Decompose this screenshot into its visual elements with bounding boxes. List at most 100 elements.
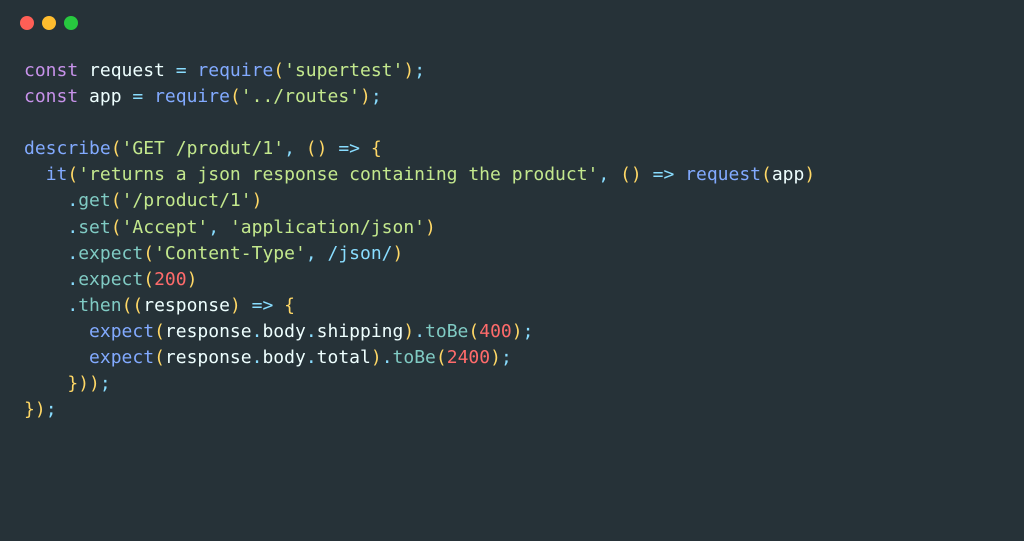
- dot: .: [67, 295, 78, 316]
- dot: .: [67, 269, 78, 290]
- semi: ;: [371, 86, 382, 107]
- zoom-icon[interactable]: [64, 16, 78, 30]
- paren: (: [761, 164, 772, 185]
- dot: .: [67, 190, 78, 211]
- paren: (: [273, 60, 284, 81]
- semi: ;: [100, 373, 111, 394]
- string: '../routes': [241, 86, 360, 107]
- identifier: app: [772, 164, 805, 185]
- semi: ;: [414, 60, 425, 81]
- brace: })): [67, 373, 100, 394]
- paren: ): [230, 295, 241, 316]
- comma: ,: [208, 217, 219, 238]
- paren: ): [393, 243, 404, 264]
- regex: /json/: [327, 243, 392, 264]
- fn-require: require: [197, 60, 273, 81]
- method-tobe: toBe: [393, 347, 436, 368]
- paren: (: [111, 190, 122, 211]
- paren: (: [154, 321, 165, 342]
- paren: ): [187, 269, 198, 290]
- dot: .: [252, 321, 263, 342]
- keyword-const: const: [24, 86, 78, 107]
- paren: ): [360, 86, 371, 107]
- dot: .: [414, 321, 425, 342]
- paren: ): [371, 347, 382, 368]
- method-tobe: toBe: [425, 321, 468, 342]
- number: 200: [154, 269, 187, 290]
- arrow: =>: [252, 295, 274, 316]
- method-set: set: [78, 217, 111, 238]
- paren: (: [468, 321, 479, 342]
- arrow: =>: [338, 138, 360, 159]
- paren: (): [306, 138, 328, 159]
- operator-eq: =: [176, 60, 187, 81]
- comma: ,: [306, 243, 317, 264]
- paren: ): [403, 321, 414, 342]
- identifier: app: [89, 86, 122, 107]
- arrow: =>: [653, 164, 675, 185]
- identifier: response: [143, 295, 230, 316]
- dot: .: [67, 217, 78, 238]
- operator-eq: =: [132, 86, 143, 107]
- paren: (: [143, 269, 154, 290]
- paren: ): [425, 217, 436, 238]
- identifier: request: [89, 60, 165, 81]
- paren: ): [804, 164, 815, 185]
- number: 2400: [447, 347, 490, 368]
- paren: ): [512, 321, 523, 342]
- semi: ;: [523, 321, 534, 342]
- identifier: response: [165, 347, 252, 368]
- paren: (: [67, 164, 78, 185]
- paren: ): [252, 190, 263, 211]
- method-then: then: [78, 295, 121, 316]
- fn-it: it: [46, 164, 68, 185]
- fn-expect: expect: [89, 321, 154, 342]
- code-block: const request = require('supertest'); co…: [0, 30, 1024, 447]
- paren: (: [111, 217, 122, 238]
- identifier: body: [262, 321, 305, 342]
- identifier: total: [317, 347, 371, 368]
- string: 'supertest': [284, 60, 403, 81]
- dot: .: [67, 243, 78, 264]
- dot: .: [306, 321, 317, 342]
- window-titlebar: [0, 0, 1024, 30]
- paren: (: [111, 138, 122, 159]
- paren: ): [490, 347, 501, 368]
- close-icon[interactable]: [20, 16, 34, 30]
- brace: {: [284, 295, 295, 316]
- keyword-const: const: [24, 60, 78, 81]
- fn-expect: expect: [89, 347, 154, 368]
- dot: .: [306, 347, 317, 368]
- dot: .: [382, 347, 393, 368]
- number: 400: [479, 321, 512, 342]
- dot: .: [252, 347, 263, 368]
- minimize-icon[interactable]: [42, 16, 56, 30]
- paren: (): [620, 164, 642, 185]
- identifier: body: [262, 347, 305, 368]
- fn-request: request: [685, 164, 761, 185]
- string: 'Accept': [122, 217, 209, 238]
- paren: (: [143, 243, 154, 264]
- paren: (: [436, 347, 447, 368]
- identifier: response: [165, 321, 252, 342]
- method-expect: expect: [78, 269, 143, 290]
- semi: ;: [501, 347, 512, 368]
- comma: ,: [284, 138, 295, 159]
- method-expect: expect: [78, 243, 143, 264]
- string: 'application/json': [230, 217, 425, 238]
- identifier: shipping: [317, 321, 404, 342]
- string: 'returns a json response containing the …: [78, 164, 598, 185]
- string: '/product/1': [122, 190, 252, 211]
- method-get: get: [78, 190, 111, 211]
- brace: }): [24, 399, 46, 420]
- fn-require: require: [154, 86, 230, 107]
- fn-describe: describe: [24, 138, 111, 159]
- string: 'Content-Type': [154, 243, 306, 264]
- comma: ,: [598, 164, 609, 185]
- semi: ;: [46, 399, 57, 420]
- paren: ): [403, 60, 414, 81]
- brace: {: [371, 138, 382, 159]
- string: 'GET /produt/1': [122, 138, 285, 159]
- paren: (: [230, 86, 241, 107]
- paren: ((: [122, 295, 144, 316]
